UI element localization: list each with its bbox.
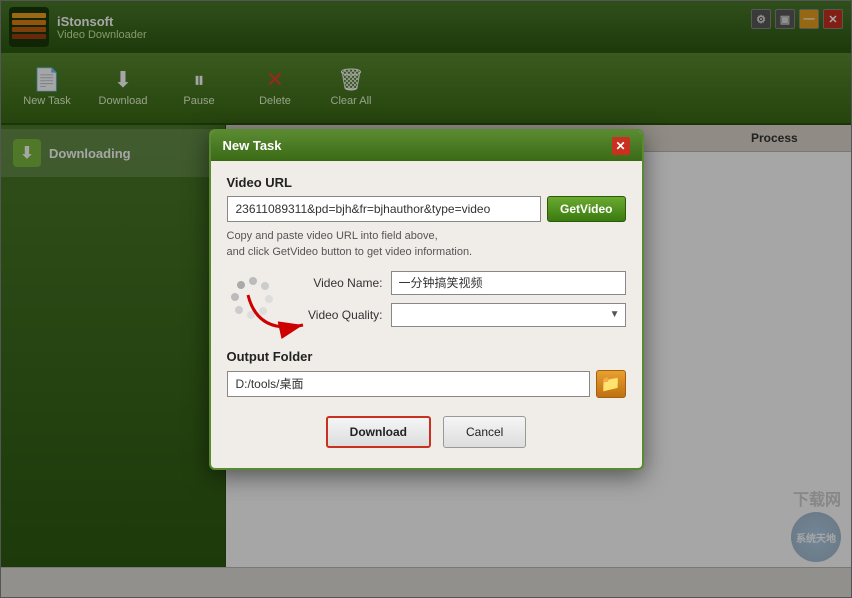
video-quality-select[interactable] <box>391 303 626 327</box>
video-quality-select-wrapper: ▼ <box>391 303 626 327</box>
spinner-area <box>227 271 279 323</box>
get-video-button[interactable]: GetVideo <box>547 196 625 222</box>
output-section: Output Folder 📁 <box>227 349 626 398</box>
folder-input[interactable] <box>227 371 590 397</box>
hint-text: Copy and paste video URL into field abov… <box>227 228 626 261</box>
video-name-input[interactable] <box>391 271 626 295</box>
dialog-close-button[interactable]: ✕ <box>612 137 630 155</box>
dialog-cancel-button[interactable]: Cancel <box>443 416 526 448</box>
folder-icon: 📁 <box>601 374 621 394</box>
dialog-download-button[interactable]: Download <box>326 416 431 448</box>
output-folder-label: Output Folder <box>227 349 626 364</box>
video-name-row: Video Name: <box>293 271 626 295</box>
video-info-area: Video Name: Video Quality: ▼ <box>227 271 626 335</box>
modal-overlay: New Task ✕ Video URL GetVideo Copy and p… <box>1 1 851 597</box>
form-rows: Video Name: Video Quality: ▼ <box>293 271 626 335</box>
folder-browse-button[interactable]: 📁 <box>596 370 626 398</box>
video-quality-label: Video Quality: <box>293 308 383 322</box>
video-url-section-label: Video URL <box>227 175 626 190</box>
url-input[interactable] <box>227 196 542 222</box>
new-task-dialog: New Task ✕ Video URL GetVideo Copy and p… <box>209 129 644 470</box>
spinner-icon <box>229 273 277 321</box>
dialog-body: Video URL GetVideo Copy and paste video … <box>211 161 642 468</box>
folder-row: 📁 <box>227 370 626 398</box>
dialog-title-bar: New Task ✕ <box>211 131 642 161</box>
dialog-actions: Download Cancel <box>227 412 626 454</box>
video-name-label: Video Name: <box>293 276 383 290</box>
main-window: iStonsoft Video Downloader ⚙ ▣ — ✕ 📄 New… <box>0 0 852 598</box>
url-row: GetVideo <box>227 196 626 222</box>
video-quality-row: Video Quality: ▼ <box>293 303 626 327</box>
dialog-title: New Task <box>223 138 282 153</box>
